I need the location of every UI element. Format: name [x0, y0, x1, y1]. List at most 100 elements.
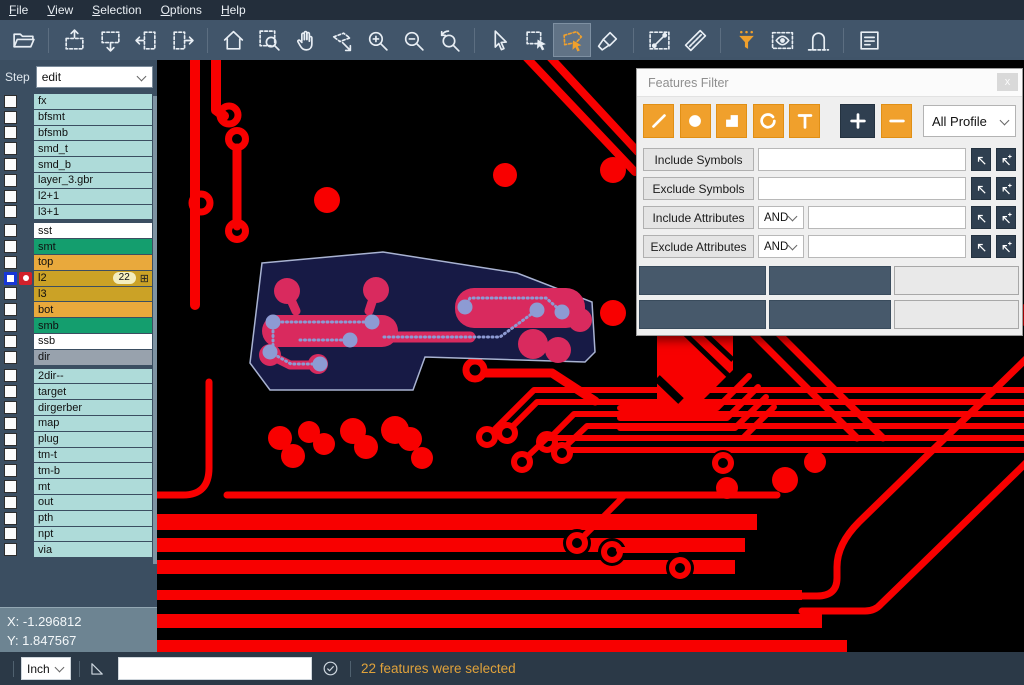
- filter-row-input[interactable]: [758, 148, 966, 171]
- menu-item[interactable]: View: [47, 3, 73, 17]
- layer-checkbox[interactable]: [4, 190, 17, 203]
- filter-type-surface-button[interactable]: [716, 104, 747, 138]
- layer-cell[interactable]: dir: [34, 350, 152, 365]
- toolbar-button-snap-magnet[interactable]: [800, 24, 836, 56]
- layer-cell[interactable]: bfsmt: [34, 110, 152, 125]
- pick-from-canvas-button[interactable]: [971, 206, 991, 229]
- filter-row-input[interactable]: [808, 206, 966, 229]
- layer-row[interactable]: bfsmt: [2, 110, 152, 125]
- layer-checkbox[interactable]: [4, 240, 17, 253]
- layer-cell[interactable]: mt: [34, 479, 152, 494]
- layer-row[interactable]: tm-b: [2, 463, 152, 478]
- layer-cell[interactable]: bot: [34, 302, 152, 317]
- pick-from-canvas-button[interactable]: [971, 177, 991, 200]
- toolbar-button-pan-left[interactable]: [128, 24, 164, 56]
- filter-row-label-button[interactable]: Exclude Attributes: [643, 235, 754, 258]
- dialog-title-bar[interactable]: Features Filter: [637, 69, 1022, 97]
- layer-row[interactable]: plug: [2, 432, 152, 447]
- layer-row[interactable]: layer_3.gbr: [2, 173, 152, 188]
- layer-row[interactable]: l2 22 ⊞: [2, 271, 152, 286]
- layer-cell[interactable]: tm-t: [34, 448, 152, 463]
- layer-row[interactable]: dir: [2, 350, 152, 365]
- layer-row[interactable]: mt: [2, 479, 152, 494]
- layer-checkbox[interactable]: [4, 385, 17, 398]
- menu-item[interactable]: Selection: [92, 3, 141, 17]
- filter-row-label-button[interactable]: Include Symbols: [643, 148, 754, 171]
- layer-cell[interactable]: smd_b: [34, 157, 152, 172]
- toolbar-button-select-arrow[interactable]: [482, 24, 518, 56]
- layer-row[interactable]: 2dir--: [2, 369, 152, 384]
- toolbar-button-open-folder[interactable]: [5, 24, 41, 56]
- step-select[interactable]: edit: [36, 66, 153, 88]
- command-input[interactable]: [118, 657, 312, 680]
- layer-checkbox[interactable]: [4, 95, 17, 108]
- pick-add-from-canvas-button[interactable]: [996, 235, 1016, 258]
- layer-row[interactable]: smd_t: [2, 141, 152, 156]
- toolbar-button-layer-list[interactable]: [851, 24, 887, 56]
- layer-cell[interactable]: map: [34, 416, 152, 431]
- toolbar-button-zoom-previous[interactable]: [431, 24, 467, 56]
- toolbar-button-features-filter[interactable]: [728, 24, 764, 56]
- layer-checkbox[interactable]: [4, 369, 17, 382]
- layer-cell[interactable]: target: [34, 384, 152, 399]
- layer-row[interactable]: sst: [2, 223, 152, 238]
- toolbar-button-select-rect[interactable]: [518, 24, 554, 56]
- units-select[interactable]: Inch: [21, 657, 71, 680]
- filter-type-text-button[interactable]: [789, 104, 820, 138]
- layer-checkbox[interactable]: [4, 256, 17, 269]
- layer-cell[interactable]: l3+1: [34, 205, 152, 220]
- layer-row[interactable]: top: [2, 255, 152, 270]
- layer-cell[interactable]: out: [34, 495, 152, 510]
- layer-checkbox[interactable]: [4, 319, 17, 332]
- filter-type-pad-button[interactable]: [680, 104, 711, 138]
- layer-row[interactable]: tm-t: [2, 448, 152, 463]
- dialog-action-button[interactable]: [639, 300, 766, 329]
- layer-checkbox[interactable]: [4, 480, 17, 493]
- layer-checkbox[interactable]: [4, 543, 17, 556]
- layer-cell[interactable]: top: [34, 255, 152, 270]
- dialog-action-button[interactable]: [894, 300, 1019, 329]
- toolbar-button-zoom-dynamic[interactable]: [323, 24, 359, 56]
- corner-angle-icon[interactable]: [88, 659, 107, 678]
- layer-checkbox[interactable]: [4, 433, 17, 446]
- layer-row[interactable]: npt: [2, 527, 152, 542]
- layer-checkbox[interactable]: [4, 512, 17, 525]
- layer-checkbox[interactable]: [4, 527, 17, 540]
- layer-cell[interactable]: 2dir--: [34, 369, 152, 384]
- layer-checkbox[interactable]: [4, 464, 17, 477]
- layer-checkbox[interactable]: [4, 303, 17, 316]
- filter-type-arc-button[interactable]: [753, 104, 784, 138]
- layer-cell[interactable]: tm-b: [34, 463, 152, 478]
- toolbar-button-pan-hand[interactable]: [287, 24, 323, 56]
- filter-type-line-button[interactable]: [643, 104, 674, 138]
- layer-cell[interactable]: l3: [34, 287, 152, 302]
- filter-row-input[interactable]: [758, 177, 966, 200]
- layer-row[interactable]: bot: [2, 302, 152, 317]
- filter-row-label-button[interactable]: Exclude Symbols: [643, 177, 754, 200]
- layer-cell[interactable]: pth: [34, 511, 152, 526]
- toolbar-button-zoom-in[interactable]: [359, 24, 395, 56]
- layer-cell[interactable]: plug: [34, 432, 152, 447]
- layer-checkbox[interactable]: [4, 417, 17, 430]
- dialog-action-button[interactable]: [769, 266, 891, 295]
- pick-add-from-canvas-button[interactable]: [996, 148, 1016, 171]
- layer-cell[interactable]: layer_3.gbr: [34, 173, 152, 188]
- layer-cell[interactable]: smb: [34, 318, 152, 333]
- menu-item[interactable]: Help: [221, 3, 246, 17]
- layer-row[interactable]: l2+1: [2, 189, 152, 204]
- layer-checkbox[interactable]: [4, 335, 17, 348]
- layer-cell[interactable]: ssb: [34, 334, 152, 349]
- layer-row[interactable]: fx: [2, 94, 152, 109]
- pick-from-canvas-button[interactable]: [971, 148, 991, 171]
- toolbar-button-measure-line[interactable]: [641, 24, 677, 56]
- and-operator-select[interactable]: AND: [758, 235, 804, 258]
- and-operator-select[interactable]: AND: [758, 206, 804, 229]
- layer-cell[interactable]: smt: [34, 239, 152, 254]
- layer-cell[interactable]: bfsmb: [34, 126, 152, 141]
- layer-row[interactable]: via: [2, 542, 152, 557]
- layer-cell[interactable]: via: [34, 542, 152, 557]
- profile-select[interactable]: All Profile: [923, 105, 1016, 137]
- toolbar-button-home-view[interactable]: [215, 24, 251, 56]
- layer-checkbox[interactable]: [4, 142, 17, 155]
- layer-checkbox[interactable]: [4, 158, 17, 171]
